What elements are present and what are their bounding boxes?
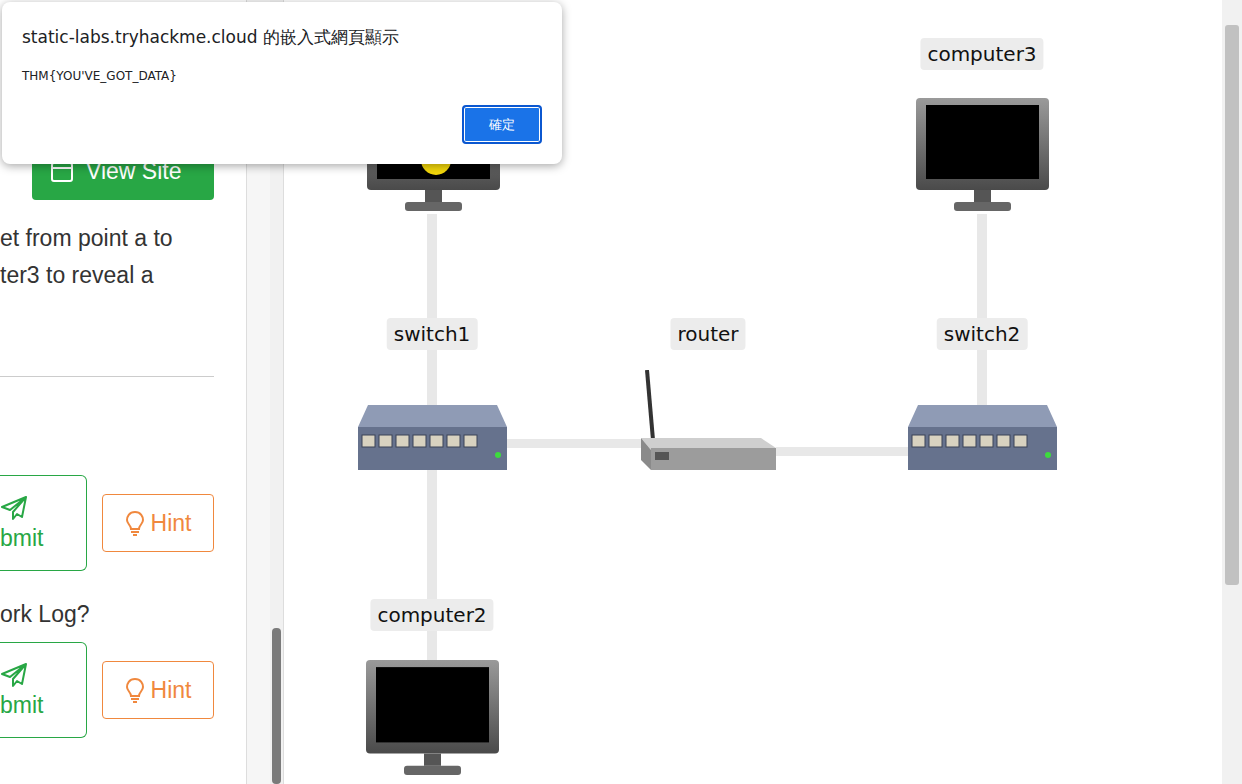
task-text: et from point a toter3 to reveal a bbox=[0, 220, 246, 294]
dialog-message: THM{YOU'VE_GOT_DATA} bbox=[22, 69, 542, 83]
monitor-icon bbox=[916, 98, 1049, 214]
scrollbar-thumb[interactable] bbox=[1225, 25, 1239, 585]
answer-row: bmit Hint bbox=[0, 475, 246, 571]
node-label: switch1 bbox=[387, 318, 478, 350]
switch-node[interactable] bbox=[358, 405, 507, 470]
router-node[interactable] bbox=[641, 370, 776, 470]
monitor-icon bbox=[366, 660, 499, 778]
switch-icon bbox=[358, 405, 507, 470]
node-label: computer3 bbox=[920, 38, 1043, 70]
link-line bbox=[776, 447, 908, 456]
router-icon bbox=[641, 370, 776, 470]
page-scrollbar[interactable] bbox=[1222, 0, 1242, 784]
lightbulb-icon bbox=[125, 510, 145, 536]
question-text: ork Log? bbox=[0, 601, 246, 628]
switch-icon bbox=[908, 405, 1057, 470]
node-label: switch2 bbox=[937, 318, 1028, 350]
question: ork Log? bmit Hint bbox=[0, 601, 246, 738]
send-icon bbox=[0, 495, 28, 521]
computer-node[interactable] bbox=[366, 660, 499, 778]
hint-button[interactable]: Hint bbox=[102, 494, 214, 552]
link-line bbox=[977, 214, 987, 405]
answer-row: bmit Hint bbox=[0, 642, 246, 738]
node-label: computer2 bbox=[370, 599, 493, 631]
hint-button[interactable]: Hint bbox=[102, 661, 214, 719]
lightbulb-icon bbox=[125, 677, 145, 703]
submit-button[interactable]: bmit bbox=[0, 642, 87, 738]
divider bbox=[0, 376, 214, 377]
node-label: router bbox=[670, 318, 745, 350]
link-line bbox=[507, 439, 641, 448]
switch-node[interactable] bbox=[908, 405, 1057, 470]
computer-node[interactable] bbox=[916, 98, 1049, 214]
question: bmit Hint bbox=[0, 475, 246, 571]
alert-dialog: static-labs.tryhackme.cloud 的嵌入式網頁顯示 THM{… bbox=[2, 2, 562, 164]
ok-button[interactable]: 確定 bbox=[462, 105, 542, 144]
dialog-title: static-labs.tryhackme.cloud 的嵌入式網頁顯示 bbox=[22, 26, 542, 49]
screen: View Siteet from point a toter3 to revea… bbox=[0, 0, 1242, 784]
submit-button[interactable]: bmit bbox=[0, 475, 87, 571]
send-icon bbox=[0, 662, 28, 688]
scrollbar-thumb[interactable] bbox=[272, 628, 281, 784]
